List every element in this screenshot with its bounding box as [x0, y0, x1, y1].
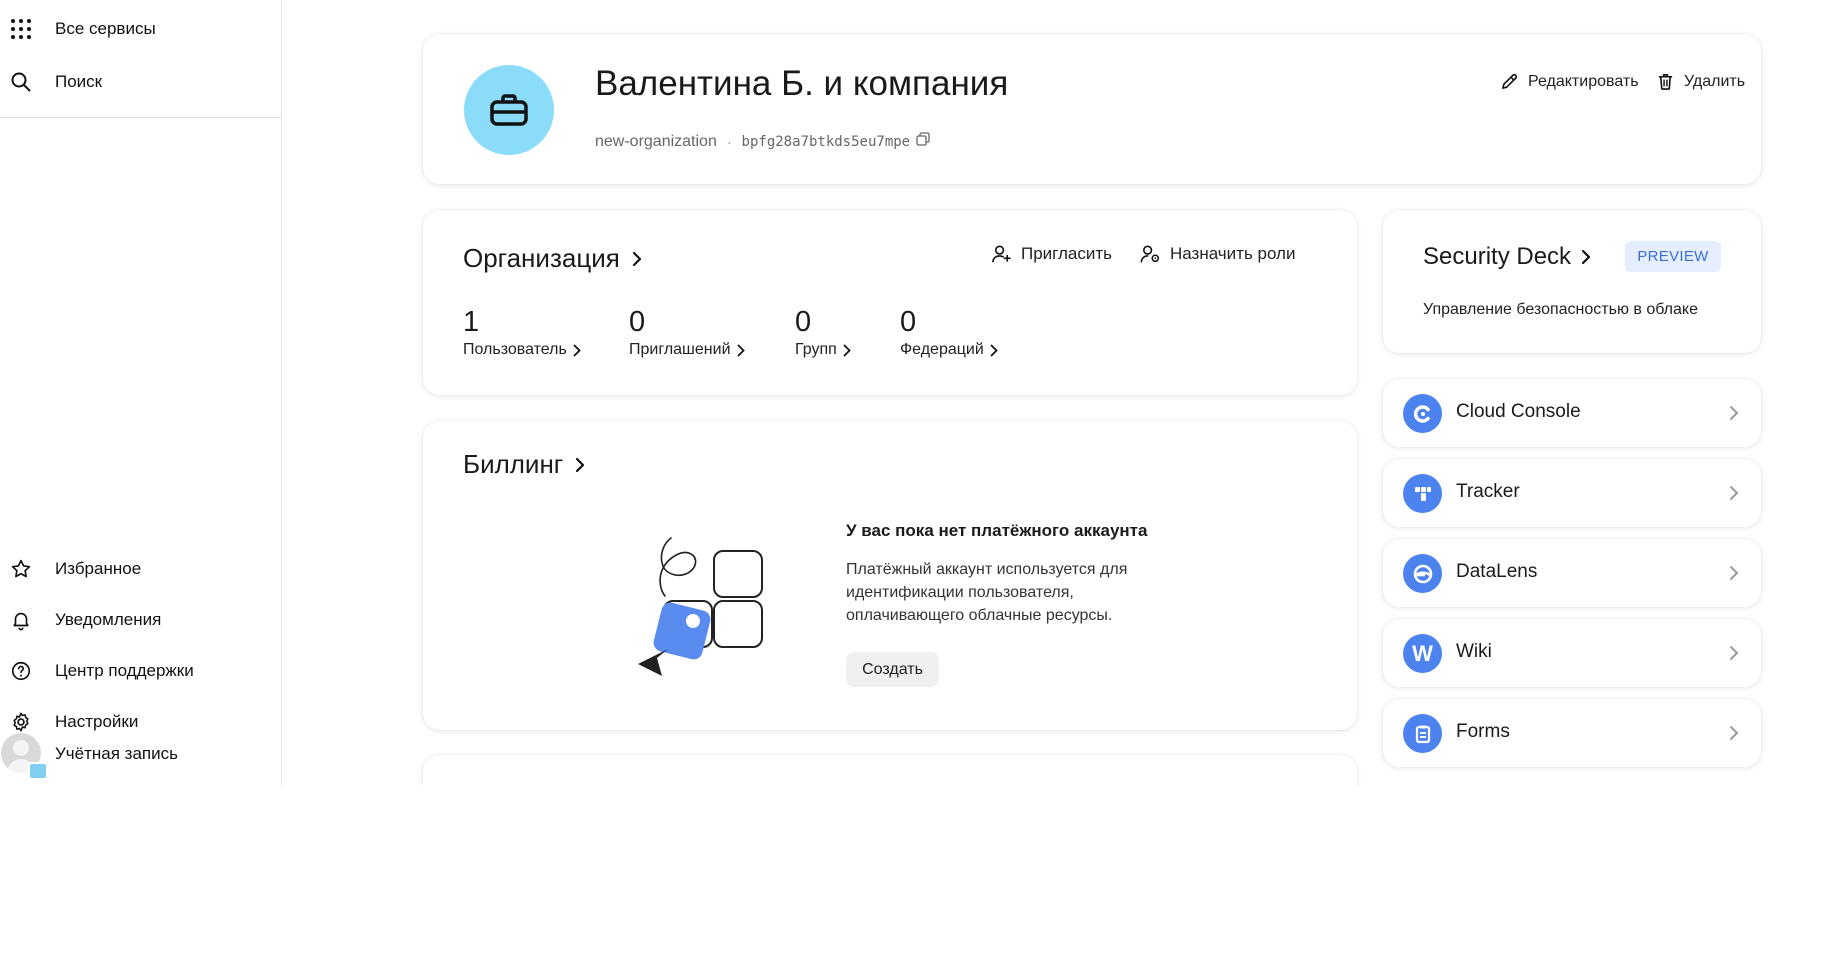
- tracker-icon: [1403, 474, 1442, 513]
- service-forms[interactable]: Forms: [1383, 699, 1761, 767]
- service-name: Tracker: [1456, 481, 1520, 502]
- chevron-right-icon: [573, 344, 581, 356]
- organization-section-link[interactable]: Организация: [463, 243, 642, 274]
- stat-label: Приглашений: [629, 341, 731, 358]
- next-section-card: [423, 755, 1357, 785]
- sidebar-item-label: Уведомления: [55, 610, 162, 629]
- sidebar-item-notifications[interactable]: Уведомления: [0, 597, 281, 643]
- invite-button[interactable]: Пригласить: [991, 244, 1112, 264]
- stat-value: 0: [629, 306, 646, 338]
- stat-label: Федераций: [900, 341, 984, 358]
- separator: ·: [726, 133, 732, 150]
- add-user-icon: [992, 245, 1011, 263]
- organization-badge-icon: [28, 762, 48, 780]
- service-wiki[interactable]: W Wiki: [1383, 619, 1761, 687]
- service-cloud-console[interactable]: Cloud Console: [1383, 379, 1761, 447]
- sidebar-item-label: Учётная запись: [55, 744, 178, 763]
- organization-slug: new-organization: [595, 132, 717, 150]
- preview-badge: PREVIEW: [1625, 241, 1721, 272]
- gear-icon: [10, 711, 32, 733]
- chevron-right-icon: [632, 251, 641, 266]
- grid-icon: [10, 18, 32, 40]
- copy-icon[interactable]: [916, 132, 930, 151]
- organization-meta: new-organization · bpfg28a7btkds5eu7mpe: [595, 132, 930, 151]
- sidebar-item-label: Настройки: [55, 712, 139, 731]
- organization-logo: [464, 65, 554, 155]
- organization-header-card: Валентина Б. и компания new-organization…: [423, 34, 1761, 184]
- help-icon: [10, 660, 32, 682]
- service-datalens[interactable]: DataLens: [1383, 539, 1761, 607]
- invite-button-label: Пригласить: [1021, 244, 1113, 263]
- delete-button-label: Удалить: [1684, 72, 1746, 90]
- security-deck-card: Security Deck PREVIEW Управление безопас…: [1383, 210, 1761, 353]
- billing-empty-description: Платёжный аккаунт используется для идент…: [846, 561, 1128, 624]
- user-roles-icon: [1140, 245, 1160, 263]
- sidebar-item-label: Центр поддержки: [55, 661, 194, 680]
- search-icon: [10, 71, 32, 93]
- security-deck-title: Security Deck: [1423, 243, 1572, 270]
- service-name: Forms: [1456, 721, 1510, 742]
- star-icon: [10, 558, 32, 580]
- app-window: Все сервисы Поиск Избранное Уведомления: [0, 0, 1828, 785]
- stat-value: 0: [795, 306, 812, 338]
- stat-label: Пользователь: [463, 341, 567, 358]
- chevron-right-icon: [1730, 726, 1738, 740]
- forms-icon: [1403, 714, 1442, 753]
- sidebar-item-favorites[interactable]: Избранное: [0, 546, 281, 592]
- chevron-right-icon: [1730, 566, 1738, 580]
- wiki-icon: W: [1403, 634, 1442, 673]
- stat-groups[interactable]: 0 Групп: [795, 305, 851, 359]
- stat-label: Групп: [795, 341, 837, 358]
- sidebar-item-all-services[interactable]: Все сервисы: [0, 6, 281, 52]
- billing-empty-illustration: [638, 537, 763, 676]
- trash-icon: [1658, 74, 1673, 90]
- sidebar-top-section: Все сервисы Поиск: [0, 0, 281, 118]
- service-name: Wiki: [1456, 641, 1492, 662]
- billing-section-link[interactable]: Биллинг: [463, 449, 585, 480]
- organization-section-title: Организация: [463, 243, 620, 273]
- datalens-icon: [1403, 554, 1442, 593]
- sidebar-item-label: Все сервисы: [55, 19, 156, 38]
- service-name: Cloud Console: [1456, 401, 1581, 422]
- sidebar-item-label: Поиск: [55, 72, 103, 91]
- security-deck-link[interactable]: Security Deck: [1423, 243, 1591, 271]
- assign-roles-button[interactable]: Назначить роли: [1140, 244, 1295, 264]
- briefcase-icon: [490, 94, 528, 126]
- assign-roles-button-label: Назначить роли: [1170, 244, 1296, 263]
- bell-icon: [10, 609, 32, 631]
- delete-button[interactable]: Удалить: [1656, 72, 1745, 91]
- stat-federations[interactable]: 0 Федераций: [900, 305, 998, 359]
- stat-users[interactable]: 1 Пользователь: [463, 305, 581, 359]
- chevron-right-icon: [737, 344, 745, 356]
- chevron-right-icon: [1581, 249, 1591, 265]
- billing-empty-title: У вас пока нет платёжного аккаунта: [846, 521, 1148, 540]
- sidebar-item-support[interactable]: Центр поддержки: [0, 648, 281, 694]
- stat-invitations[interactable]: 0 Приглашений: [629, 305, 745, 359]
- stat-value: 1: [463, 306, 480, 338]
- organization-id: bpfg28a7btkds5eu7mpe: [741, 133, 911, 150]
- chevron-right-icon: [1730, 646, 1738, 660]
- chevron-right-icon: [1730, 486, 1738, 500]
- billing-section-title: Биллинг: [463, 449, 564, 479]
- organization-title: Валентина Б. и компания: [595, 64, 1009, 103]
- sidebar-item-search[interactable]: Поиск: [0, 59, 281, 105]
- chevron-right-icon: [990, 344, 998, 356]
- sidebar: Все сервисы Поиск Избранное Уведомления: [0, 0, 282, 785]
- billing-card: Биллинг У вас пока нет платёжного аккаун…: [423, 421, 1357, 730]
- sidebar-item-label: Избранное: [55, 559, 142, 578]
- service-name: DataLens: [1456, 561, 1538, 582]
- security-deck-description: Управление безопасностью в облаке: [1423, 301, 1698, 318]
- chevron-right-icon: [1730, 406, 1738, 420]
- pencil-icon: [1502, 73, 1518, 89]
- service-tracker[interactable]: Tracker: [1383, 459, 1761, 527]
- organization-card: Организация Пригласить Назначить роли 1 …: [423, 210, 1357, 395]
- create-billing-account-button[interactable]: Создать: [846, 652, 939, 687]
- chevron-right-icon: [576, 457, 585, 472]
- edit-button[interactable]: Редактировать: [1500, 72, 1639, 91]
- chevron-right-icon: [843, 344, 851, 356]
- stat-value: 0: [900, 306, 917, 338]
- edit-button-label: Редактировать: [1528, 72, 1639, 90]
- cloud-console-icon: [1403, 394, 1442, 433]
